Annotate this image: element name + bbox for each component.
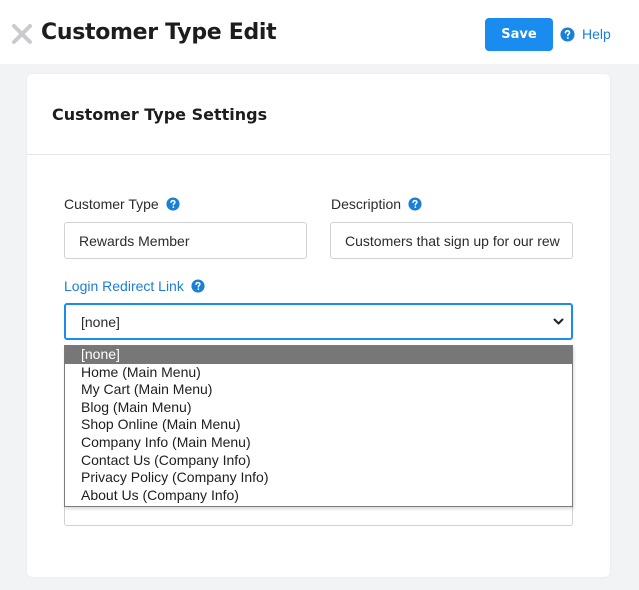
divider bbox=[27, 154, 610, 155]
login-redirect-options-list[interactable]: [none] Home (Main Menu) My Cart (Main Menu… bbox=[64, 345, 573, 507]
chevron-down-icon bbox=[553, 318, 564, 325]
help-link[interactable]: Help bbox=[560, 26, 611, 42]
dropdown-option[interactable]: [none] bbox=[65, 346, 572, 364]
close-icon[interactable] bbox=[10, 22, 34, 46]
page-title: Customer Type Edit bbox=[41, 20, 277, 45]
dropdown-option[interactable]: Contact Us (Company Info) bbox=[65, 452, 572, 470]
dropdown-option[interactable]: Company Info (Main Menu) bbox=[65, 434, 572, 452]
save-button[interactable]: Save bbox=[485, 18, 553, 51]
question-circle-icon[interactable] bbox=[166, 197, 180, 211]
question-circle-icon[interactable] bbox=[408, 197, 422, 211]
dropdown-option[interactable]: Shop Online (Main Menu) bbox=[65, 416, 572, 434]
help-circle-icon bbox=[560, 26, 575, 42]
customer-type-input[interactable]: Rewards Member bbox=[64, 222, 307, 259]
card-title: Customer Type Settings bbox=[52, 105, 268, 124]
dropdown-option[interactable]: Home (Main Menu) bbox=[65, 364, 572, 382]
description-label: Description bbox=[331, 196, 422, 212]
login-redirect-select[interactable]: [none] bbox=[64, 303, 573, 340]
customer-type-label: Customer Type bbox=[64, 196, 180, 212]
header-bar: Customer Type Edit Save Help bbox=[0, 0, 639, 64]
question-circle-icon[interactable] bbox=[191, 279, 205, 293]
dropdown-option[interactable]: About Us (Company Info) bbox=[65, 487, 572, 505]
description-label-text: Description bbox=[331, 196, 402, 212]
dropdown-option[interactable]: My Cart (Main Menu) bbox=[65, 381, 572, 399]
dropdown-option[interactable]: Blog (Main Menu) bbox=[65, 399, 572, 417]
login-redirect-label: Login Redirect Link bbox=[64, 278, 205, 294]
description-input[interactable]: Customers that sign up for our rew bbox=[330, 222, 573, 259]
login-redirect-selected-value: [none] bbox=[81, 313, 120, 330]
help-label: Help bbox=[582, 26, 611, 42]
login-redirect-label-text: Login Redirect Link bbox=[64, 278, 184, 294]
dropdown-option[interactable]: Privacy Policy (Company Info) bbox=[65, 469, 572, 487]
customer-type-label-text: Customer Type bbox=[64, 196, 159, 212]
